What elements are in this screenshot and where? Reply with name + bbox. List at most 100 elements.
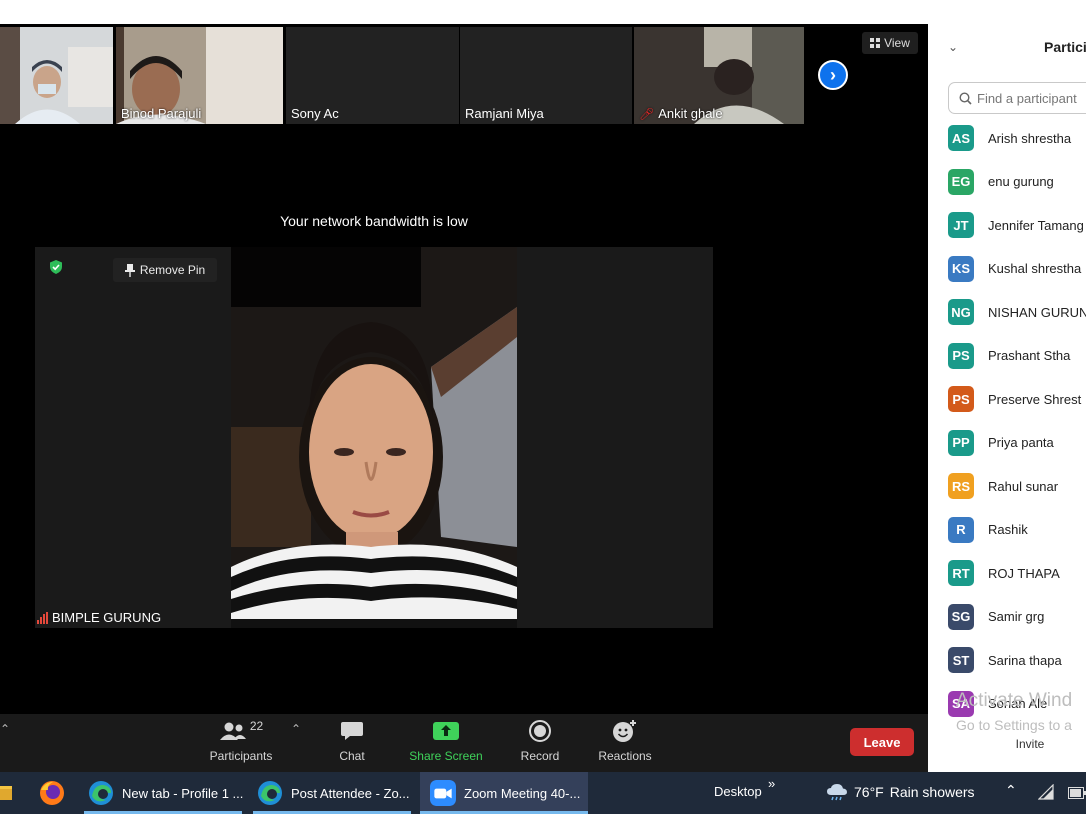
leave-button[interactable]: Leave bbox=[850, 728, 914, 756]
activate-windows-watermark: Activate Wind bbox=[956, 690, 1073, 711]
avatar: R bbox=[948, 516, 974, 543]
participant-name: Jennifer Tamang bbox=[988, 217, 1084, 233]
participant-thumbnail[interactable]: Sony Ac bbox=[286, 27, 459, 124]
participant-row[interactable]: EG enu gurung bbox=[948, 168, 1054, 195]
meeting-window: Binod Parajuli Sony Ac Ramjani Miya 🎤︎ An… bbox=[0, 24, 928, 772]
participant-thumbnail[interactable] bbox=[0, 27, 113, 124]
participant-row[interactable]: AS Arish shrestha bbox=[948, 125, 1071, 151]
muted-mic-icon: 🎤︎ bbox=[639, 107, 655, 121]
pinned-video-tile[interactable]: Remove Pin BIMPLE GURUNG bbox=[35, 247, 231, 628]
battery-icon[interactable] bbox=[1068, 787, 1086, 799]
avatar: SG bbox=[948, 603, 974, 630]
file-explorer-icon[interactable] bbox=[0, 783, 12, 803]
share-screen-icon bbox=[433, 722, 459, 740]
zoom-icon bbox=[430, 780, 456, 806]
network-warning: Your network bandwidth is low bbox=[280, 213, 468, 229]
activate-windows-subtext: Go to Settings to a bbox=[956, 717, 1072, 733]
taskbar-app-edge-newtab[interactable]: New tab - Profile 1 ... bbox=[84, 772, 243, 814]
meeting-toolbar: ⌃ 22 Participants ⌃ Chat Share Screen Re… bbox=[0, 714, 928, 772]
participant-name: Preserve Shrest bbox=[988, 391, 1082, 407]
reactions-button[interactable]: Reactions bbox=[596, 718, 654, 763]
desktop-toolbar-label[interactable]: Desktop bbox=[714, 784, 762, 799]
participant-row[interactable]: R Rashik bbox=[948, 516, 1028, 543]
chat-icon bbox=[341, 722, 363, 740]
avatar: KS bbox=[948, 255, 974, 282]
signal-bars-icon bbox=[37, 611, 48, 624]
edge-icon bbox=[258, 781, 282, 805]
participant-name: 🎤︎ Ankit ghale bbox=[639, 106, 723, 121]
share-screen-button[interactable]: Share Screen bbox=[406, 718, 486, 763]
avatar: PS bbox=[948, 386, 974, 412]
view-button[interactable]: View bbox=[862, 32, 918, 54]
participant-row[interactable]: ST Sarina thapa bbox=[948, 647, 1062, 673]
invite-button[interactable]: Invite bbox=[1004, 735, 1056, 753]
participant-name: Rashik bbox=[988, 522, 1028, 537]
main-video bbox=[231, 247, 517, 628]
participants-icon-group: 22 bbox=[219, 718, 263, 744]
participant-row[interactable]: SG Samir grg bbox=[948, 603, 1045, 630]
remove-pin-button[interactable]: Remove Pin bbox=[113, 258, 217, 282]
grid-icon bbox=[870, 38, 881, 48]
participant-row[interactable]: NG NISHAN GURUN bbox=[948, 299, 1086, 325]
search-icon bbox=[959, 91, 972, 105]
participant-name: Samir grg bbox=[988, 609, 1045, 624]
participant-row[interactable]: RT ROJ THAPA bbox=[948, 560, 1060, 586]
caret-up-icon[interactable]: ⌃ bbox=[291, 722, 301, 736]
video-frame bbox=[0, 27, 113, 124]
participant-name: Priya panta bbox=[988, 435, 1054, 450]
weather-widget[interactable]: 76°F Rain showers bbox=[826, 783, 975, 801]
participants-panel: ⌄ Partici Find a participant AS Arish shr… bbox=[928, 24, 1086, 772]
participant-row[interactable]: PS Preserve Shrest bbox=[948, 386, 1081, 412]
caret-up-icon[interactable]: ⌃ bbox=[0, 722, 10, 736]
participant-name: ROJ THAPA bbox=[988, 565, 1060, 581]
participants-button[interactable]: 22 Participants bbox=[206, 718, 276, 763]
taskbar-app-label: Post Attendee - Zo... bbox=[291, 785, 410, 801]
chat-button[interactable]: Chat bbox=[330, 718, 374, 763]
speaker-video-frame bbox=[231, 247, 517, 628]
chevron-up-icon[interactable]: ⌃ bbox=[1005, 782, 1017, 799]
taskbar-app-edge-post-attendee[interactable]: Post Attendee - Zo... bbox=[253, 772, 411, 814]
edge-icon bbox=[89, 781, 113, 805]
participant-name: Prashant Stha bbox=[988, 348, 1071, 363]
record-button[interactable]: Record bbox=[516, 718, 564, 763]
wifi-icon[interactable] bbox=[1038, 784, 1054, 800]
participant-row[interactable]: RS Rahul sunar bbox=[948, 473, 1058, 499]
view-label: View bbox=[884, 36, 910, 50]
participant-row[interactable]: PS Prashant Stha bbox=[948, 342, 1071, 369]
chat-label: Chat bbox=[339, 749, 365, 763]
firefox-icon[interactable] bbox=[39, 780, 65, 806]
rain-cloud-icon bbox=[827, 784, 847, 801]
participant-name: NISHAN GURUN bbox=[988, 304, 1086, 320]
chevron-down-icon[interactable]: ⌄ bbox=[948, 40, 958, 54]
record-icon bbox=[529, 720, 551, 742]
participant-thumbnail[interactable]: 🎤︎ Ankit ghale bbox=[634, 27, 804, 124]
participant-search-input[interactable]: Find a participant bbox=[948, 82, 1086, 114]
participant-thumbnail[interactable]: Binod Parajuli bbox=[116, 27, 283, 124]
participant-row[interactable]: JT Jennifer Tamang bbox=[948, 212, 1084, 238]
temperature: 76°F bbox=[854, 784, 884, 800]
pinned-name-tag: BIMPLE GURUNG bbox=[37, 610, 161, 625]
avatar: JT bbox=[948, 212, 974, 238]
participants-label: Participants bbox=[209, 749, 273, 763]
participant-name: Ramjani Miya bbox=[465, 106, 544, 121]
avatar: AS bbox=[948, 125, 974, 151]
toolbar-overflow-icon[interactable]: » bbox=[768, 776, 775, 791]
windows-taskbar: New tab - Profile 1 ... Post Attendee - … bbox=[0, 772, 1086, 814]
chevron-right-icon: › bbox=[830, 64, 836, 85]
search-placeholder: Find a participant bbox=[977, 90, 1077, 106]
weather-condition: Rain showers bbox=[889, 784, 975, 800]
participants-icon bbox=[219, 722, 246, 740]
next-page-button[interactable]: › bbox=[818, 60, 848, 90]
participant-row[interactable]: PP Priya panta bbox=[948, 429, 1054, 456]
avatar: PP bbox=[948, 429, 974, 456]
shield-icon bbox=[50, 260, 62, 274]
participant-name: enu gurung bbox=[988, 174, 1054, 189]
reactions-icon bbox=[613, 720, 636, 742]
participant-row[interactable]: KS Kushal shrestha bbox=[948, 255, 1081, 282]
participant-name: Binod Parajuli bbox=[121, 106, 202, 121]
participant-thumbnail[interactable]: Ramjani Miya bbox=[460, 27, 632, 124]
participants-count: 22 bbox=[249, 719, 264, 733]
taskbar-app-zoom[interactable]: Zoom Meeting 40-... bbox=[420, 772, 588, 814]
avatar: EG bbox=[948, 168, 974, 195]
panel-title: Partici bbox=[1044, 39, 1086, 55]
